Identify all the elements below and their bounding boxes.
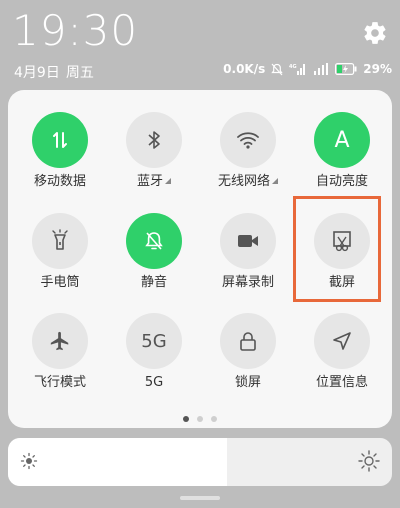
tile-label: 自动亮度 bbox=[315, 174, 368, 189]
tile-label: 手电筒 bbox=[40, 275, 80, 290]
flashlight-icon[interactable] bbox=[32, 213, 88, 269]
brightness-fill bbox=[8, 438, 227, 486]
signal-2-icon bbox=[313, 63, 329, 75]
status-bar: 19:30 4月9日 周五 0.0K/s 4G 29% bbox=[0, 0, 400, 88]
weekday-text: 周五 bbox=[65, 65, 94, 81]
tile-label: 5G bbox=[144, 375, 164, 390]
brightness-high-icon bbox=[358, 450, 380, 476]
tile-label: 蓝牙 bbox=[114, 174, 194, 190]
wifi-icon[interactable] bbox=[220, 112, 276, 168]
page-dot-2[interactable] bbox=[197, 416, 203, 422]
drawer-handle[interactable] bbox=[180, 496, 220, 500]
screen-record-icon[interactable] bbox=[220, 213, 276, 269]
svg-text:4G: 4G bbox=[289, 64, 297, 70]
expand-triangle-icon bbox=[165, 178, 171, 184]
tile-wifi[interactable]: 无线网络 bbox=[208, 112, 288, 190]
brightness-low-icon bbox=[20, 452, 38, 474]
airplane-icon[interactable] bbox=[32, 313, 88, 369]
auto-brightness-glyph: A bbox=[334, 127, 350, 153]
tile-label: 飞行模式 bbox=[33, 375, 86, 390]
mute-status-icon bbox=[271, 63, 283, 76]
page-dot-1[interactable] bbox=[183, 416, 189, 422]
tile-label: 移动数据 bbox=[33, 174, 86, 189]
settings-gear-icon[interactable] bbox=[362, 20, 388, 46]
expand-triangle-icon bbox=[272, 178, 278, 184]
mobile-data-icon[interactable] bbox=[32, 112, 88, 168]
brightness-slider[interactable] bbox=[8, 438, 392, 486]
mute-bell-icon[interactable] bbox=[126, 213, 182, 269]
network-speed: 0.0K/s bbox=[223, 62, 266, 76]
tile-label: 屏幕录制 bbox=[221, 275, 274, 290]
battery-percent: 29% bbox=[363, 62, 392, 76]
screenshot-highlight-frame bbox=[293, 196, 381, 302]
tile-label: 静音 bbox=[140, 275, 167, 290]
tile-airplane[interactable]: 飞行模式 bbox=[20, 313, 100, 391]
date-display: 4月9日 周五 bbox=[14, 62, 100, 82]
tile-label: 无线网络 bbox=[208, 174, 288, 190]
tile-flashlight[interactable]: 手电筒 bbox=[20, 213, 100, 291]
date-text: 4月9日 bbox=[14, 65, 60, 81]
5g-icon[interactable]: 5G bbox=[126, 313, 182, 369]
signal-icon: 4G bbox=[289, 63, 307, 75]
tile-lock-screen[interactable]: 锁屏 bbox=[208, 313, 288, 391]
tile-label: 锁屏 bbox=[234, 375, 261, 390]
bluetooth-icon[interactable] bbox=[126, 112, 182, 168]
page-dot-3[interactable] bbox=[211, 416, 217, 422]
location-icon[interactable] bbox=[314, 313, 370, 369]
tile-label: 位置信息 bbox=[315, 375, 368, 390]
tile-mobile-data[interactable]: 移动数据 bbox=[20, 112, 100, 190]
lock-icon[interactable] bbox=[220, 313, 276, 369]
tile-auto-brightness[interactable]: A 自动亮度 bbox=[302, 112, 382, 190]
tile-bluetooth[interactable]: 蓝牙 bbox=[114, 112, 194, 190]
tile-mute[interactable]: 静音 bbox=[114, 213, 194, 291]
tile-screen-record[interactable]: 屏幕录制 bbox=[208, 213, 288, 291]
tile-location[interactable]: 位置信息 bbox=[302, 313, 382, 391]
auto-brightness-icon[interactable]: A bbox=[314, 112, 370, 168]
clock: 19:30 bbox=[12, 6, 139, 55]
battery-icon bbox=[335, 63, 357, 75]
page-indicator bbox=[0, 416, 400, 422]
system-indicators: 0.0K/s 4G 29% bbox=[223, 60, 392, 78]
5g-glyph: 5G bbox=[141, 330, 167, 352]
tile-5g[interactable]: 5G 5G bbox=[114, 313, 194, 391]
